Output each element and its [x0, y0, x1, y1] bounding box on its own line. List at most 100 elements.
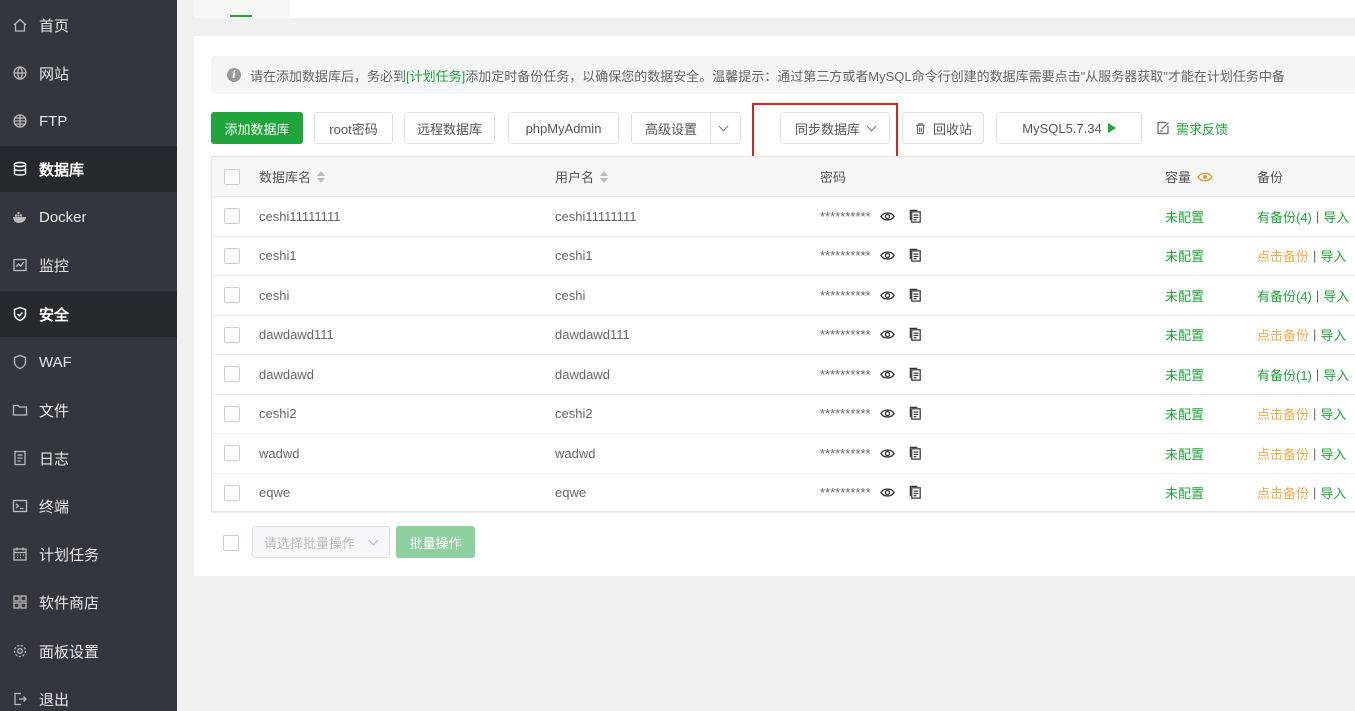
- show-password-eye-icon[interactable]: [879, 446, 908, 461]
- row-checkbox[interactable]: [224, 197, 240, 236]
- sync-database-dropdown[interactable]: 同步数据库: [780, 112, 890, 144]
- capacity-cell[interactable]: 未配置: [1165, 355, 1204, 394]
- show-password-eye-icon[interactable]: [879, 367, 908, 382]
- import-link[interactable]: 导入: [1320, 483, 1346, 502]
- sort-icon[interactable]: [317, 170, 326, 183]
- capacity-status[interactable]: 未配置: [1165, 325, 1204, 344]
- import-link[interactable]: 导入: [1323, 207, 1349, 226]
- remote-database-button[interactable]: 远程数据库: [404, 112, 495, 144]
- row-checkbox[interactable]: [224, 276, 240, 315]
- db-name: ceshi: [259, 287, 290, 303]
- sidebar-item-logs[interactable]: 日志: [0, 435, 177, 481]
- row-checkbox[interactable]: [224, 395, 240, 434]
- sidebar-item-ftp[interactable]: FTP: [0, 98, 177, 144]
- username-cell: ceshi: [555, 276, 585, 315]
- backup-link[interactable]: 有备份(4): [1257, 207, 1312, 226]
- copy-icon[interactable]: [908, 327, 936, 342]
- show-password-eye-icon[interactable]: [879, 288, 908, 303]
- sidebar-item-terminal[interactable]: 终端: [0, 483, 177, 529]
- sidebar-item-files[interactable]: 文件: [0, 387, 177, 433]
- backup-link[interactable]: 点击备份: [1257, 325, 1309, 344]
- copy-icon[interactable]: [908, 288, 936, 303]
- sort-icon[interactable]: [600, 170, 609, 183]
- backup-link[interactable]: 点击备份: [1257, 483, 1309, 502]
- capacity-cell[interactable]: 未配置: [1165, 474, 1204, 513]
- gear-icon: [12, 643, 28, 659]
- sidebar-item-database[interactable]: 数据库: [0, 146, 177, 192]
- row-checkbox[interactable]: [224, 316, 240, 355]
- password-masked: **********: [820, 445, 871, 461]
- capacity-cell[interactable]: 未配置: [1165, 434, 1204, 473]
- capacity-cell[interactable]: 未配置: [1165, 276, 1204, 315]
- import-link[interactable]: 导入: [1320, 325, 1346, 344]
- show-password-eye-icon[interactable]: [879, 406, 908, 421]
- capacity-status[interactable]: 未配置: [1165, 207, 1204, 226]
- sidebar-item-cron[interactable]: 计划任务: [0, 531, 177, 577]
- row-checkbox[interactable]: [224, 237, 240, 276]
- backup-cell: 点击备份 | 导入: [1257, 237, 1346, 276]
- copy-icon[interactable]: [908, 446, 936, 461]
- capacity-cell[interactable]: 未配置: [1165, 237, 1204, 276]
- feedback-link[interactable]: 需求反馈: [1156, 112, 1228, 144]
- import-link[interactable]: 导入: [1323, 286, 1349, 305]
- mysql-version-button[interactable]: MySQL5.7.34: [996, 112, 1142, 144]
- recycle-bin-button[interactable]: 回收站: [902, 112, 984, 144]
- advanced-settings-dropdown[interactable]: 高级设置: [631, 112, 741, 144]
- batch-operation-button[interactable]: 批量操作: [396, 526, 475, 558]
- show-password-eye-icon[interactable]: [879, 485, 908, 500]
- import-link[interactable]: 导入: [1320, 404, 1346, 423]
- import-link[interactable]: 导入: [1320, 246, 1346, 265]
- import-link[interactable]: 导入: [1320, 444, 1346, 463]
- password-cell: **********: [820, 355, 936, 394]
- chevron-down-icon[interactable]: [718, 121, 729, 132]
- capacity-cell[interactable]: 未配置: [1165, 395, 1204, 434]
- backup-link[interactable]: 有备份(4): [1257, 286, 1312, 305]
- root-password-button[interactable]: root密码: [314, 112, 393, 144]
- eye-icon[interactable]: [1197, 169, 1213, 185]
- phpmyadmin-button[interactable]: phpMyAdmin: [508, 112, 619, 144]
- show-password-eye-icon[interactable]: [879, 327, 908, 342]
- select-all-checkbox[interactable]: [224, 157, 240, 196]
- sidebar-item-home[interactable]: 首页: [0, 2, 177, 48]
- sidebar-item-label: 安全: [39, 306, 70, 324]
- copy-icon[interactable]: [908, 209, 936, 224]
- notice-cron-link[interactable]: [计划任务]: [406, 66, 465, 85]
- col-username[interactable]: 用户名: [555, 157, 609, 196]
- chevron-down-icon: [866, 121, 877, 131]
- show-password-eye-icon[interactable]: [879, 209, 908, 224]
- capacity-status[interactable]: 未配置: [1165, 444, 1204, 463]
- copy-icon[interactable]: [908, 367, 936, 382]
- import-link[interactable]: 导入: [1323, 365, 1349, 384]
- sidebar-item-settings[interactable]: 面板设置: [0, 628, 177, 674]
- backup-link[interactable]: 点击备份: [1257, 404, 1309, 423]
- capacity-cell[interactable]: 未配置: [1165, 197, 1204, 236]
- add-database-button[interactable]: 添加数据库: [211, 112, 303, 144]
- capacity-status[interactable]: 未配置: [1165, 404, 1204, 423]
- backup-link[interactable]: 点击备份: [1257, 246, 1309, 265]
- capacity-status[interactable]: 未配置: [1165, 246, 1204, 265]
- copy-icon[interactable]: [908, 248, 936, 263]
- sidebar-item-waf[interactable]: WAF: [0, 339, 177, 385]
- row-checkbox[interactable]: [224, 474, 240, 513]
- sidebar-item-monitor[interactable]: 监控: [0, 242, 177, 288]
- capacity-cell[interactable]: 未配置: [1165, 316, 1204, 355]
- row-checkbox[interactable]: [224, 434, 240, 473]
- sidebar-item-website[interactable]: 网站: [0, 50, 177, 96]
- table-row: eqwe eqwe ********** 未配置 点击备份 | 导入: [212, 474, 1355, 513]
- capacity-status[interactable]: 未配置: [1165, 483, 1204, 502]
- sidebar-item-security[interactable]: 安全: [0, 291, 177, 337]
- backup-link[interactable]: 点击备份: [1257, 444, 1309, 463]
- capacity-status[interactable]: 未配置: [1165, 286, 1204, 305]
- capacity-status[interactable]: 未配置: [1165, 365, 1204, 384]
- sidebar-item-docker[interactable]: Docker: [0, 194, 177, 240]
- sidebar-item-app-store[interactable]: 软件商店: [0, 579, 177, 625]
- row-checkbox[interactable]: [224, 355, 240, 394]
- copy-icon[interactable]: [908, 485, 936, 500]
- col-db-name[interactable]: 数据库名: [259, 157, 326, 196]
- batch-select-checkbox[interactable]: [223, 535, 239, 551]
- copy-icon[interactable]: [908, 406, 936, 421]
- sidebar-item-logout[interactable]: 退出: [0, 676, 177, 711]
- show-password-eye-icon[interactable]: [879, 248, 908, 263]
- backup-link[interactable]: 有备份(1): [1257, 365, 1312, 384]
- batch-operation-select[interactable]: 请选择批量操作: [252, 526, 390, 558]
